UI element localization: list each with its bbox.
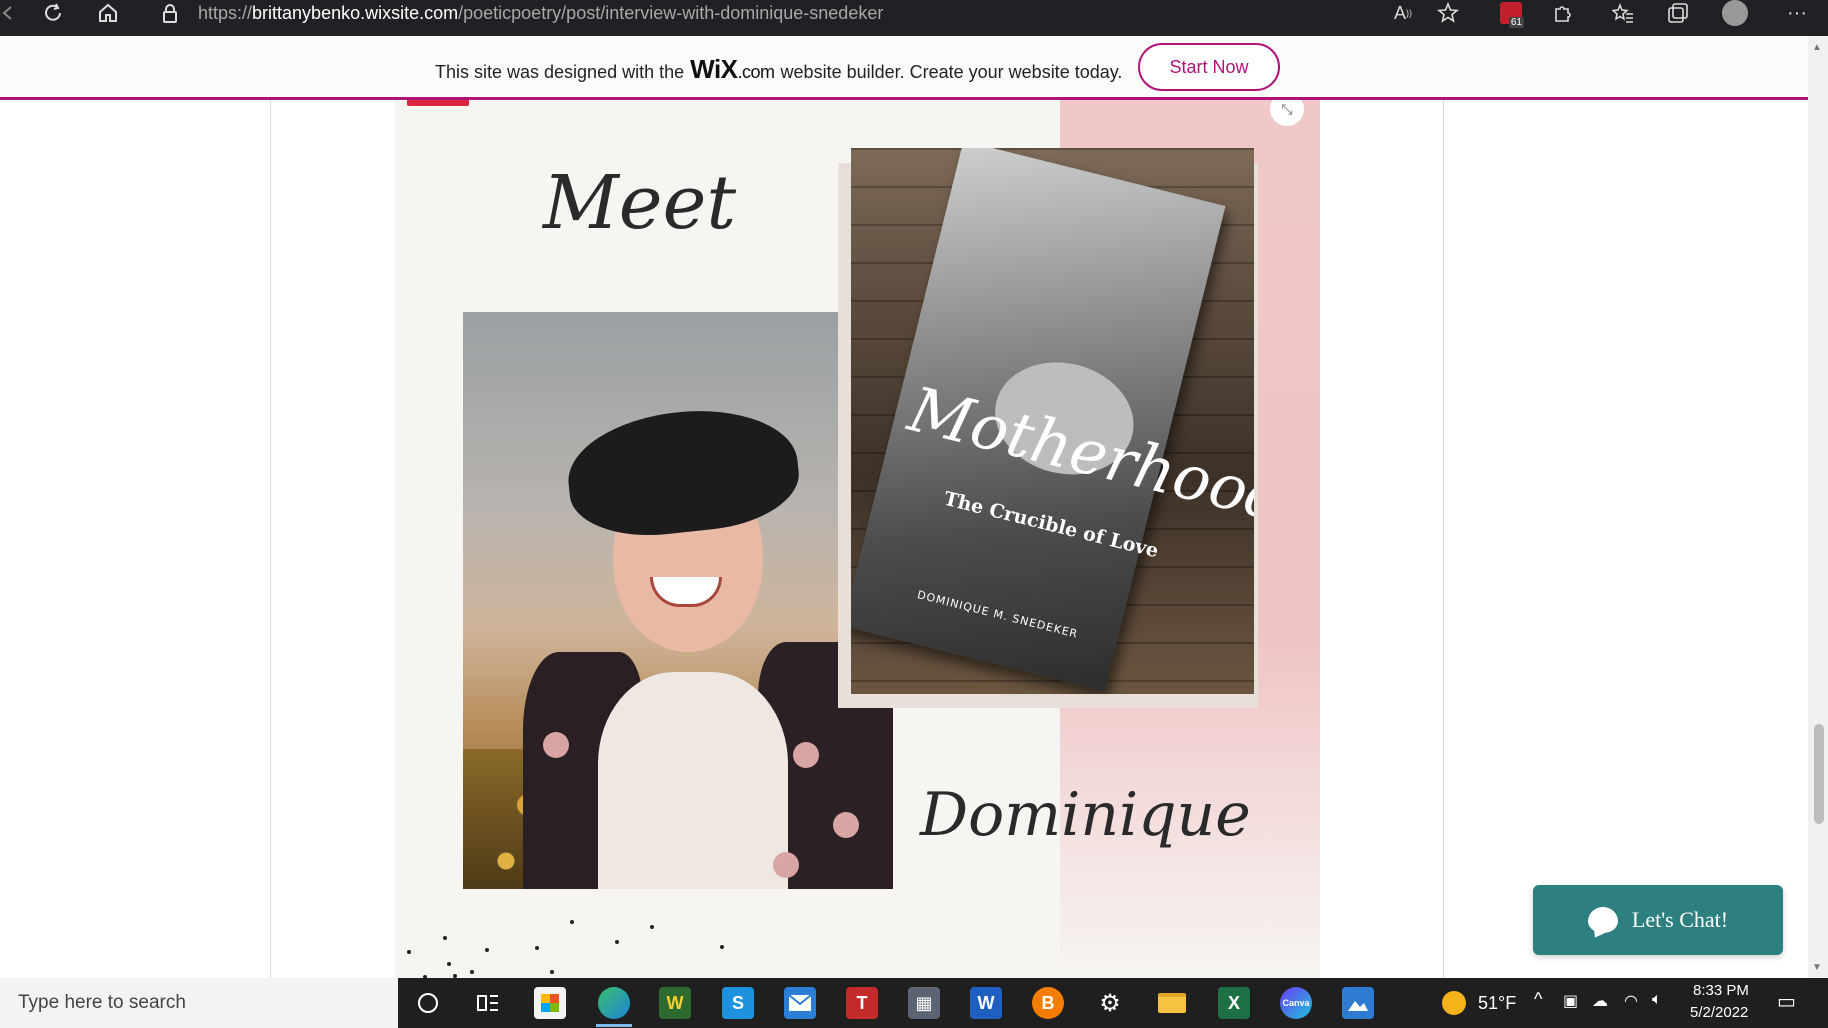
tray-chevron-up-icon[interactable]: ^ — [1534, 989, 1542, 1010]
dot — [535, 946, 539, 950]
task-view-icon[interactable] — [472, 987, 504, 1019]
cardigan-flower — [793, 742, 819, 768]
chat-bubble-icon — [1587, 907, 1618, 933]
add-favorite-icon[interactable] — [1435, 0, 1461, 26]
wifi-icon[interactable]: ◠ — [1624, 991, 1638, 1011]
dot — [570, 920, 574, 924]
file-explorer-icon[interactable] — [1156, 987, 1188, 1019]
mail-icon[interactable] — [784, 987, 816, 1019]
cardigan-flower — [543, 732, 569, 758]
page-scrollbar[interactable]: ▲ ▼ — [1808, 36, 1828, 978]
dot — [720, 945, 724, 949]
scrollbar-thumb[interactable] — [1814, 724, 1824, 824]
blog-post-content: ⤡ Meet Motherhood The Crucible of Love D… — [0, 100, 1808, 978]
wordperfect-w-icon[interactable]: W — [659, 987, 691, 1019]
microsoft-store-icon[interactable] — [534, 987, 566, 1019]
lock-icon[interactable] — [158, 0, 182, 26]
cardigan-flower — [833, 812, 859, 838]
edge-browser-icon[interactable] — [598, 987, 630, 1019]
lets-chat-button[interactable]: Let's Chat! — [1533, 885, 1783, 955]
chat-label: Let's Chat! — [1631, 907, 1729, 932]
collections-icon[interactable] — [1665, 0, 1691, 26]
dot — [447, 962, 451, 966]
url-path: /poeticpoetry/post/interview-with-domini… — [458, 3, 884, 23]
settings-gear-icon[interactable]: ⚙ — [1094, 987, 1126, 1019]
weather-sun-icon[interactable] — [1438, 987, 1470, 1019]
favorites-icon[interactable] — [1610, 0, 1636, 26]
extensions-puzzle-icon[interactable] — [1550, 0, 1576, 26]
wix-logo-main: WiX — [690, 54, 738, 84]
taskbar-search-placeholder: Type here to search — [18, 992, 186, 1013]
decorative-dots — [395, 860, 795, 978]
profile-avatar-icon[interactable] — [1720, 0, 1750, 26]
scroll-up-arrow-icon[interactable]: ▲ — [1812, 42, 1822, 53]
refresh-icon[interactable] — [40, 0, 66, 26]
photos-icon[interactable] — [1342, 987, 1374, 1019]
dot — [650, 925, 654, 929]
wix-logo-suffix: .com — [737, 62, 776, 82]
book-photo: Motherhood The Crucible of Love DOMINIQU… — [851, 148, 1254, 694]
taskbar-search-box[interactable]: Type here to search — [0, 978, 398, 1028]
blogger-icon[interactable]: B — [1032, 987, 1064, 1019]
author-photo — [463, 312, 893, 889]
volume-icon[interactable]: 🔈︎ — [1652, 991, 1662, 1009]
word-icon[interactable]: W — [970, 987, 1002, 1019]
wix-promo-text: This site was designed with the WiX.com … — [435, 54, 1122, 85]
extension-badge-icon[interactable]: 61 — [1497, 0, 1525, 28]
dot — [485, 948, 489, 952]
left-column-divider — [270, 100, 271, 978]
weather-temperature[interactable]: 51°F — [1478, 993, 1516, 1014]
scroll-down-arrow-icon[interactable]: ▼ — [1812, 962, 1822, 973]
clock-date[interactable]: 5/2/2022 — [1690, 1004, 1748, 1021]
browser-toolbar: https://brittanybenko.wixsite.com/poetic… — [0, 0, 1828, 36]
onedrive-icon[interactable]: ☁ — [1592, 991, 1608, 1011]
read-aloud-icon[interactable]: A)) — [1390, 0, 1416, 26]
wix-text-after: website builder. Create your website tod… — [780, 62, 1123, 82]
dot — [407, 950, 411, 954]
right-column-divider — [1443, 100, 1444, 978]
edge-active-indicator — [596, 1024, 632, 1027]
extension-badge-count: 61 — [1508, 17, 1524, 28]
home-icon[interactable] — [95, 0, 121, 26]
skype-business-icon[interactable]: S — [722, 987, 754, 1019]
cortana-icon[interactable] — [412, 987, 444, 1019]
dot — [550, 970, 554, 974]
excel-icon[interactable]: X — [1218, 987, 1250, 1019]
post-featured-image[interactable]: ⤡ Meet Motherhood The Crucible of Love D… — [395, 100, 1320, 978]
black-hat — [562, 400, 804, 544]
more-menu-icon[interactable]: ··· — [1782, 0, 1812, 26]
calculator-icon[interactable]: ▦ — [908, 987, 940, 1019]
back-arrow-icon[interactable] — [0, 0, 14, 26]
windows-taskbar: Type here to search W S T ▦ W B ⚙ X Canv… — [0, 978, 1828, 1028]
clock-time[interactable]: 8:33 PM — [1693, 982, 1749, 999]
dominique-script-text: Dominique — [920, 780, 1251, 850]
wix-promo-banner: This site was designed with the WiX.com … — [0, 36, 1808, 100]
start-now-button[interactable]: Start Now — [1138, 43, 1280, 91]
url-host: brittanybenko.wixsite.com — [252, 3, 459, 23]
dot — [443, 936, 447, 940]
dot — [615, 940, 619, 944]
notifications-icon[interactable]: ▭ — [1777, 989, 1796, 1014]
meet-script-text: Meet — [543, 160, 737, 246]
canva-icon[interactable]: Canva — [1280, 987, 1312, 1019]
dot — [470, 970, 474, 974]
wix-logo: WiX.com — [690, 54, 776, 85]
url-scheme: https:// — [198, 3, 253, 23]
white-shirt — [598, 672, 788, 889]
meet-now-icon[interactable]: ▣ — [1563, 991, 1578, 1011]
wix-text-before: This site was designed with the — [435, 62, 685, 82]
t-app-icon[interactable]: T — [846, 987, 878, 1019]
address-bar[interactable]: https://brittanybenko.wixsite.com/poetic… — [198, 1, 883, 25]
red-tag — [407, 100, 469, 106]
